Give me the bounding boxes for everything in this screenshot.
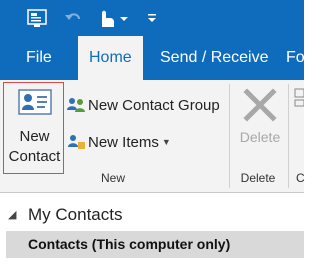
new-items-icon: [65, 131, 87, 153]
group-divider: [288, 84, 289, 188]
group-label-new: New: [100, 171, 125, 185]
tab-file[interactable]: File: [26, 36, 52, 80]
folder-pane-header[interactable]: ◢ My Contacts: [0, 203, 304, 227]
chevron-down-icon: ▼: [161, 137, 171, 147]
new-items-label: New Items: [88, 133, 159, 151]
customize-qat-icon[interactable]: [140, 3, 164, 33]
new-contact-button[interactable]: New Contact: [3, 82, 64, 174]
tab-format[interactable]: Fo: [286, 36, 305, 80]
contacts-folder-label: Contacts (This computer only): [28, 236, 231, 252]
delete-x-icon: [243, 88, 277, 127]
contacts-folder-item[interactable]: Contacts (This computer only): [6, 231, 304, 258]
touch-mode-icon[interactable]: [92, 3, 132, 33]
group-divider: [229, 84, 230, 188]
contact-card-icon: [18, 89, 52, 120]
ribbon-tab-bar: File Home Send / Receive Fo: [0, 36, 305, 80]
new-contact-label-line2: Contact: [8, 148, 61, 165]
new-contact-group-button[interactable]: New Contact Group: [65, 93, 220, 117]
delete-label: Delete: [239, 129, 281, 145]
delete-button[interactable]: Delete: [233, 82, 287, 162]
group-label-delete: Delete: [240, 171, 276, 185]
partial-ribbon-icon[interactable]: [294, 88, 305, 113]
new-items-button[interactable]: New Items ▼: [65, 130, 171, 154]
outlook-app-icon[interactable]: [22, 3, 52, 33]
new-contact-label-line1: New: [19, 128, 50, 145]
tab-send-receive[interactable]: Send / Receive: [160, 36, 269, 80]
nav-section-title: My Contacts: [28, 205, 123, 224]
tab-home[interactable]: Home: [78, 36, 143, 80]
contact-group-icon: [65, 94, 87, 116]
collapse-triangle-icon[interactable]: ◢: [8, 207, 16, 223]
ribbon-border: [0, 192, 304, 193]
ribbon: New Contact New Contact Group New Items …: [0, 80, 305, 192]
group-label-clipped: C: [296, 171, 305, 185]
new-contact-group-label: New Contact Group: [88, 96, 220, 114]
undo-icon[interactable]: [60, 3, 88, 33]
title-bar: [0, 0, 304, 36]
